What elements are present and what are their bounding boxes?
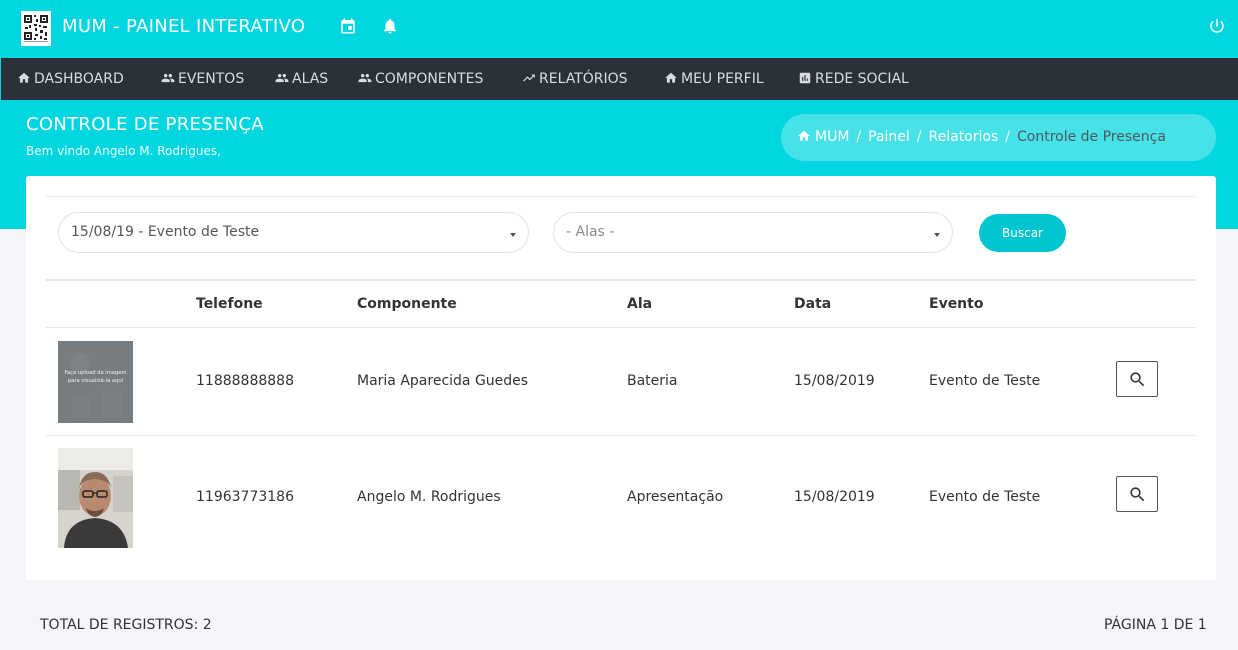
nav-item-label: EVENTOS	[178, 71, 245, 87]
cell-data: 15/08/2019	[794, 489, 875, 505]
breadcrumb-separator: /	[916, 129, 922, 145]
cell-evento: Evento de Teste	[929, 489, 1041, 505]
main-nav: DASHBOARD EVENTOS ALAS COMPONENTES RELAT…	[0, 58, 1238, 100]
caret-down-icon	[934, 233, 940, 237]
nav-item-label: ALAS	[292, 71, 329, 87]
evento-select-value: 15/08/19 - Evento de Teste	[71, 224, 260, 240]
welcome-text: Bem vindo Angelo M. Rodrigues,	[26, 144, 221, 158]
trending-up-icon	[523, 74, 535, 82]
qr-logo[interactable]	[21, 11, 51, 46]
column-header-ala: Ala	[627, 296, 653, 312]
search-icon	[1130, 372, 1145, 387]
nav-item-label: COMPONENTES	[375, 71, 484, 87]
column-header-evento: Evento	[929, 296, 984, 312]
nav-item-label: REDE SOCIAL	[815, 71, 909, 87]
attendance-card: 15/08/19 - Evento de Teste - Alas - Busc…	[26, 176, 1216, 580]
breadcrumb-item-current: Controle de Presença	[1016, 129, 1166, 145]
people-icon	[275, 73, 289, 83]
app-title: MUM - PAINEL INTERATIVO	[62, 16, 306, 37]
alas-select[interactable]: - Alas -	[553, 212, 953, 253]
image-placeholder: Faça upload da imagem para visualizá-la …	[58, 341, 133, 423]
nav-item-alas[interactable]: ALAS	[275, 58, 328, 100]
view-details-button[interactable]	[1116, 361, 1158, 397]
user-photo	[58, 448, 133, 548]
home-icon	[18, 72, 30, 83]
breadcrumb-separator: /	[856, 129, 862, 145]
nav-item-label: DASHBOARD	[34, 71, 124, 87]
nav-item-label: MEU PERFIL	[681, 71, 764, 87]
svg-text:Faça upload da imagem: Faça upload da imagem	[64, 370, 126, 376]
bar-chart-icon	[799, 72, 811, 84]
nav-item-rede-social[interactable]: REDE SOCIAL	[798, 58, 909, 100]
nav-item-dashboard[interactable]: DASHBOARD	[17, 58, 124, 100]
column-header-componente: Componente	[357, 296, 457, 312]
calendar-icon[interactable]	[339, 17, 357, 35]
people-icon	[161, 73, 175, 83]
photo-placeholder: Faça upload da imagem para visualizá-la …	[58, 341, 133, 423]
cell-telefone: 11888888888	[196, 373, 294, 389]
cell-telefone: 11963773186	[196, 489, 294, 505]
breadcrumb-item-mum[interactable]: MUM	[815, 129, 849, 145]
cell-componente: Maria Aparecida Guedes	[357, 373, 529, 389]
table-top-border	[46, 279, 1196, 281]
pagination-info: PÁGINA 1 DE 1	[1104, 617, 1207, 633]
total-records: TOTAL DE REGISTROS: 2	[40, 617, 212, 633]
nav-item-eventos[interactable]: EVENTOS	[161, 58, 244, 100]
home-icon	[798, 130, 810, 141]
bell-icon[interactable]	[381, 17, 399, 35]
nav-item-componentes[interactable]: COMPONENTES	[358, 58, 483, 100]
evento-select[interactable]: 15/08/19 - Evento de Teste	[58, 212, 529, 253]
divider	[46, 196, 1196, 197]
breadcrumb-item-relatorios[interactable]: Relatorios	[929, 129, 999, 145]
cell-ala: Apresentação	[627, 489, 724, 505]
avatar	[58, 448, 133, 548]
nav-item-label: RELATÓRIOS	[539, 71, 628, 87]
breadcrumb-separator: /	[1005, 129, 1010, 145]
search-icon	[1130, 487, 1145, 502]
page-title: CONTROLE DE PRESENÇA	[26, 114, 264, 135]
cell-evento: Evento de Teste	[929, 373, 1041, 389]
column-header-telefone: Telefone	[196, 296, 263, 312]
cell-ala: Bateria	[627, 373, 678, 389]
breadcrumb-item-painel[interactable]: Painel	[868, 129, 910, 145]
nav-item-relatorios[interactable]: RELATÓRIOS	[522, 58, 628, 100]
breadcrumb: MUM / Painel / Relatorios / Controle de Presen…	[781, 114, 1216, 161]
cell-data: 15/08/2019	[794, 373, 875, 389]
home-icon	[665, 72, 677, 83]
alas-select-value: - Alas -	[566, 224, 615, 240]
nav-item-meu-perfil[interactable]: MEU PERFIL	[664, 58, 764, 100]
cell-componente: Angelo M. Rodrigues	[357, 489, 501, 505]
power-icon[interactable]	[1208, 17, 1226, 35]
row-divider	[46, 435, 1196, 436]
qr-code-icon	[23, 13, 49, 44]
column-header-data: Data	[794, 296, 832, 312]
view-details-button[interactable]	[1116, 476, 1158, 512]
svg-text:para visualizá-la aqui: para visualizá-la aqui	[68, 377, 123, 384]
buscar-button[interactable]: Buscar	[979, 214, 1066, 252]
caret-down-icon	[510, 233, 516, 237]
row-divider	[46, 327, 1196, 328]
people-icon	[358, 73, 372, 83]
